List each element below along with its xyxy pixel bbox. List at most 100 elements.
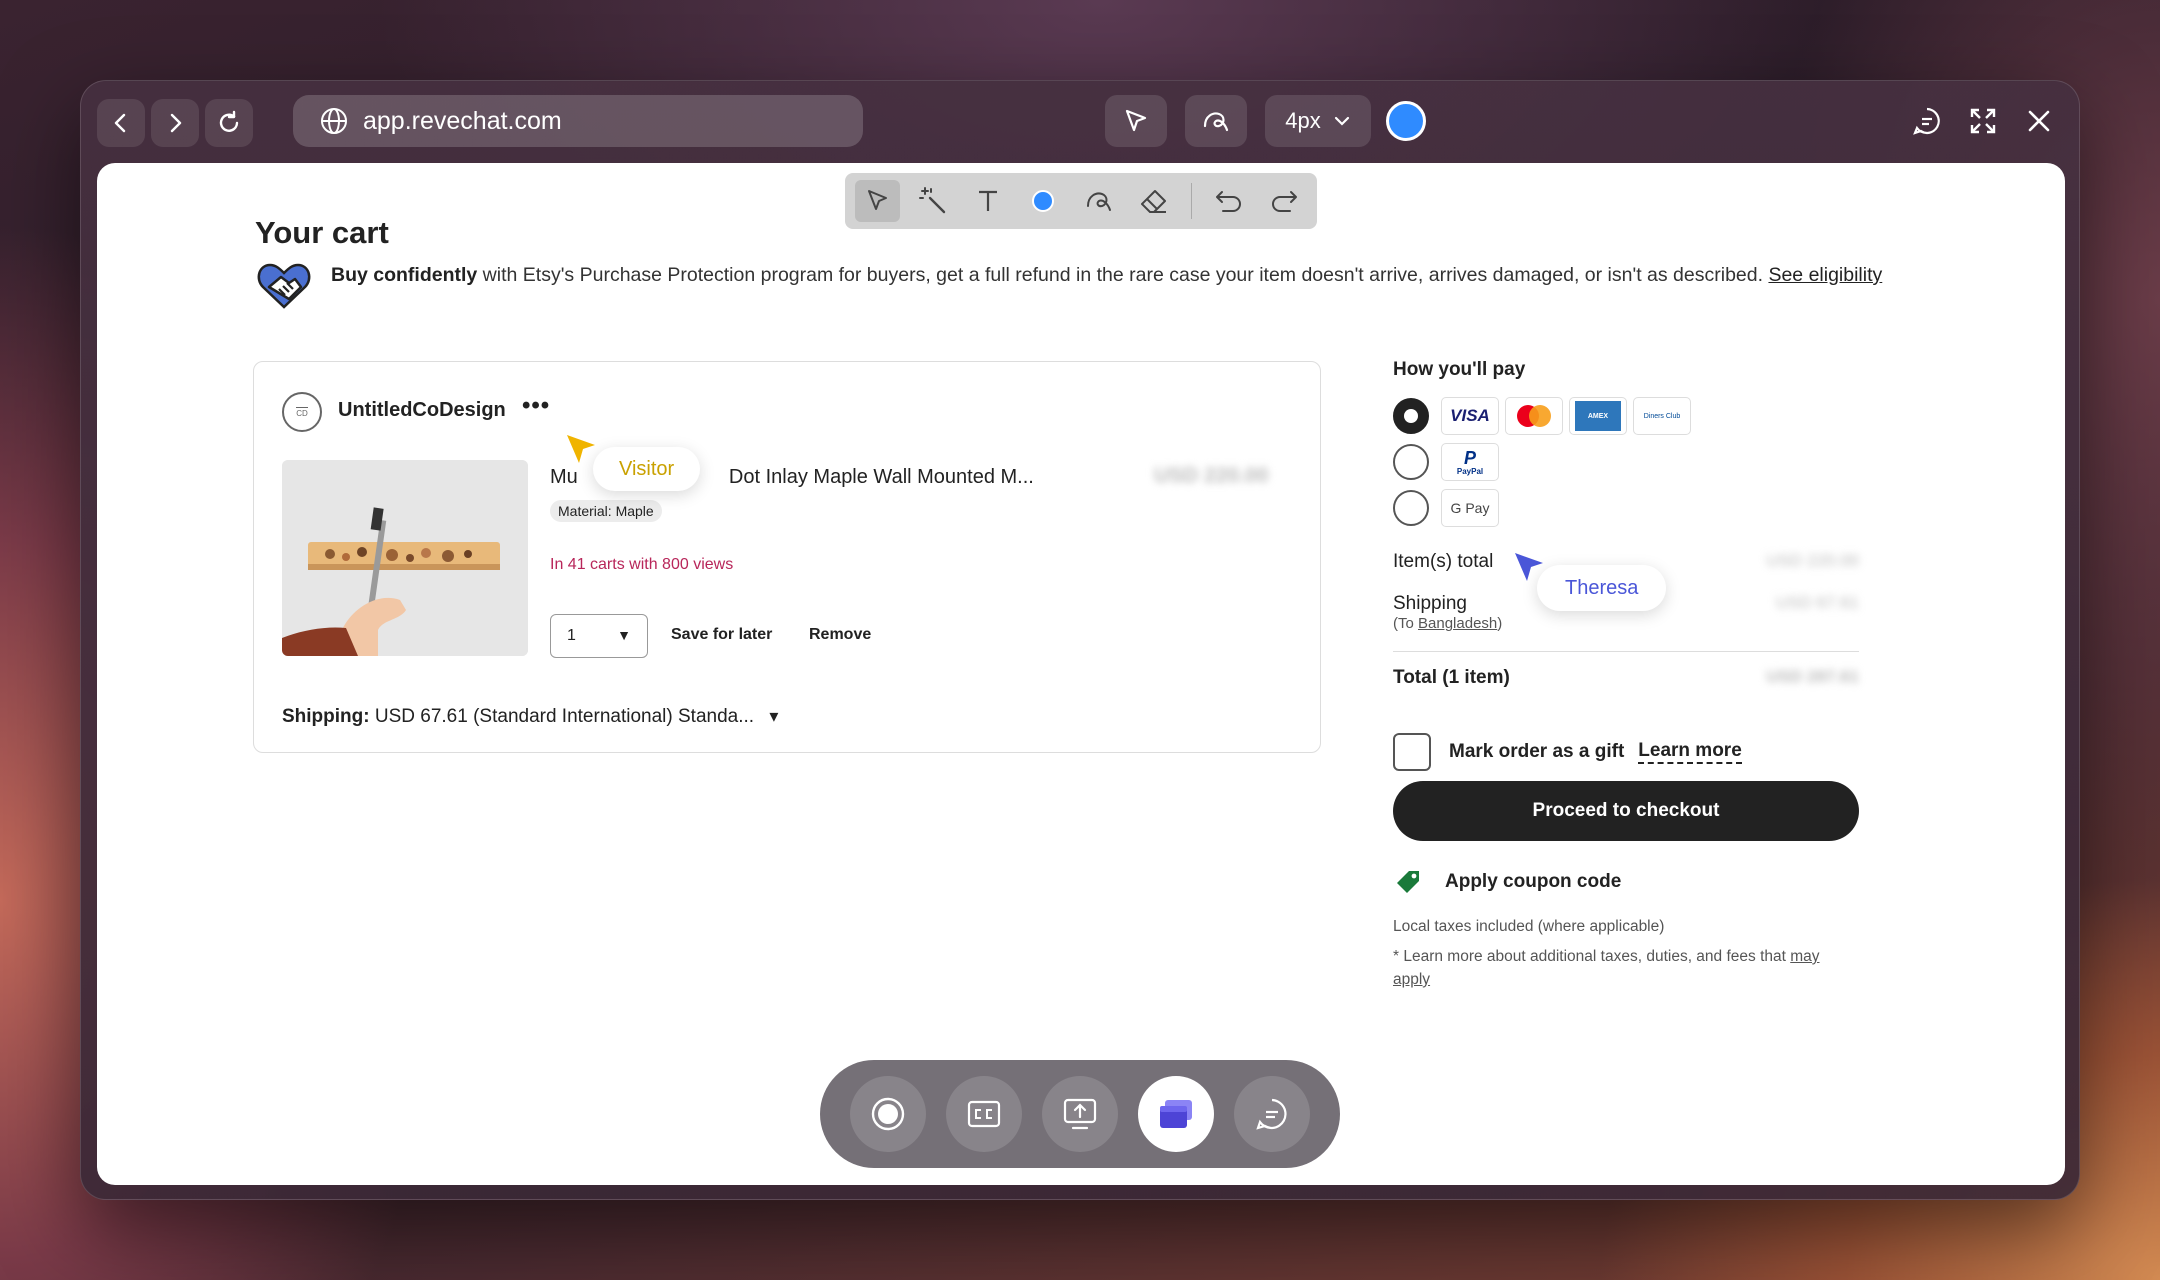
fullscreen-button[interactable] <box>1963 101 2003 141</box>
shipping-total-value: USD 67.61 <box>1775 593 1859 612</box>
shipping-label: Shipping: <box>282 706 370 727</box>
back-button[interactable] <box>97 99 145 147</box>
chat-toggle-button[interactable] <box>1234 1076 1310 1152</box>
record-button[interactable] <box>850 1076 926 1152</box>
product-image[interactable] <box>282 460 528 656</box>
shop-more-button[interactable]: ••• <box>522 392 550 420</box>
gpay-radio[interactable] <box>1393 490 1429 526</box>
pointer-icon <box>867 190 887 210</box>
paypal-icon: P PayPal <box>1441 443 1499 481</box>
undo-button[interactable] <box>1206 180 1251 222</box>
gift-label: Mark order as a gift <box>1449 741 1625 762</box>
ship-to-country-link[interactable]: Bangladesh <box>1418 615 1497 632</box>
shop-logo[interactable]: CD <box>282 392 322 432</box>
protection-bold: Buy confidently <box>331 264 478 286</box>
chevron-down-icon <box>1334 116 1349 126</box>
visa-icon: VISA <box>1441 397 1499 435</box>
diners-club-icon: Diners Club <box>1633 397 1691 435</box>
material-badge: Material: Maple <box>550 500 662 522</box>
pen-color-swatch[interactable] <box>1386 101 1426 141</box>
close-icon <box>2028 110 2050 132</box>
card-payment-option[interactable]: VISA AMEX Diners Club <box>1393 397 1691 435</box>
grand-total-label: Total (1 item) <box>1393 667 1510 688</box>
quantity-value: 1 <box>567 627 576 644</box>
cobrowse-button[interactable] <box>1138 1076 1214 1152</box>
shop-name-link[interactable]: UntitledCoDesign <box>338 399 506 422</box>
closed-captions-icon <box>967 1100 1001 1128</box>
chevron-left-icon <box>114 113 126 133</box>
reload-button[interactable] <box>205 99 253 147</box>
toolbar-separator <box>1190 183 1193 219</box>
gift-option: Mark order as a gift Learn more <box>1393 733 1742 771</box>
screen-share-icon <box>1063 1098 1097 1130</box>
gpay-payment-option[interactable]: G Pay <box>1393 489 1499 527</box>
redo-icon <box>1272 191 1298 212</box>
shipping-value: USD 67.61 (Standard International) Stand… <box>369 706 755 727</box>
grand-total-value: USD 287.61 <box>1766 667 1859 686</box>
eraser-icon <box>1140 190 1166 213</box>
stroke-size-select[interactable]: 4px <box>1265 95 1371 147</box>
items-total-value: USD 220.00 <box>1766 551 1859 570</box>
web-page: Your cart Buy confidently with Etsy's Pu… <box>97 163 2065 1185</box>
globe-icon <box>321 108 347 134</box>
chat-bubble-icon <box>1256 1098 1287 1130</box>
amex-icon: AMEX <box>1569 397 1627 435</box>
remove-button[interactable]: Remove <box>809 626 871 644</box>
card-radio[interactable] <box>1393 398 1429 434</box>
protection-text: Buy confidently with Etsy's Purchase Pro… <box>331 259 1882 311</box>
laser-tool[interactable] <box>910 180 955 222</box>
grand-total-row: Total (1 item) USD 287.61 <box>1393 667 1859 689</box>
apply-coupon-button[interactable]: Apply coupon code <box>1393 867 1621 897</box>
chevron-right-icon <box>170 113 182 133</box>
additional-taxes-note: * Learn more about additional taxes, dut… <box>1393 948 1820 988</box>
google-pay-icon: G Pay <box>1441 489 1499 527</box>
quantity-select[interactable]: 1 ▼ <box>550 614 648 658</box>
address-bar[interactable]: app.revechat.com <box>293 95 863 147</box>
eraser-tool[interactable] <box>1131 180 1176 222</box>
paypal-radio[interactable] <box>1393 444 1429 480</box>
shipping-select[interactable]: Shipping: USD 67.61 (Standard Internatio… <box>282 706 778 728</box>
captions-button[interactable] <box>946 1076 1022 1152</box>
freehand-tool[interactable] <box>1076 180 1121 222</box>
record-icon <box>871 1097 905 1131</box>
purchase-protection-banner: Buy confidently with Etsy's Purchase Pro… <box>255 259 1895 311</box>
redo-button[interactable] <box>1262 180 1307 222</box>
proceed-to-checkout-button[interactable]: Proceed to checkout <box>1393 781 1859 841</box>
pen-scribble-icon <box>1086 192 1111 211</box>
product-photo-graphic <box>282 460 528 656</box>
pay-heading: How you'll pay <box>1393 359 1526 380</box>
mastercard-icon <box>1505 397 1563 435</box>
text-icon <box>979 190 998 211</box>
payment-summary: How you'll pay VISA AMEX Diners Club P P… <box>1393 359 1859 988</box>
gift-checkbox[interactable] <box>1393 733 1431 771</box>
product-title-start: Mu <box>550 466 578 488</box>
ship-to-note: (To Bangladesh) <box>1393 615 1503 632</box>
page-title: Your cart <box>255 215 389 250</box>
cart-item-card: CD UntitledCoDesign ••• Mu Dot Inlay Map… <box>253 361 1321 753</box>
see-eligibility-link[interactable]: See eligibility <box>1768 264 1882 286</box>
chat-button[interactable] <box>1907 101 1947 141</box>
pointer-tool-button[interactable] <box>1105 95 1167 147</box>
paypal-payment-option[interactable]: P PayPal <box>1393 443 1499 481</box>
select-tool[interactable] <box>855 180 901 222</box>
share-screen-button[interactable] <box>1042 1076 1118 1152</box>
windows-stack-icon <box>1160 1100 1192 1128</box>
chat-bubble-icon <box>1913 107 1940 135</box>
close-button[interactable] <box>2019 101 2059 141</box>
text-tool[interactable] <box>966 180 1011 222</box>
reload-icon <box>219 110 239 132</box>
product-price: USD 220.00 <box>1154 464 1269 487</box>
undo-icon <box>1216 191 1242 212</box>
save-for-later-button[interactable]: Save for later <box>671 626 772 644</box>
pen-scribble-icon <box>1203 112 1229 132</box>
theresa-cursor-label: Theresa <box>1537 565 1667 611</box>
stroke-size-value: 4px <box>1285 108 1321 133</box>
shop-logo-text: CD <box>296 406 308 418</box>
summary-divider <box>1393 651 1859 652</box>
forward-button[interactable] <box>151 99 199 147</box>
color-tool[interactable] <box>1021 180 1066 222</box>
learn-more-link[interactable]: Learn more <box>1638 740 1742 764</box>
draw-tool-button[interactable] <box>1185 95 1247 147</box>
coupon-label: Apply coupon code <box>1445 871 1622 892</box>
annotation-toolbar <box>845 173 1317 229</box>
